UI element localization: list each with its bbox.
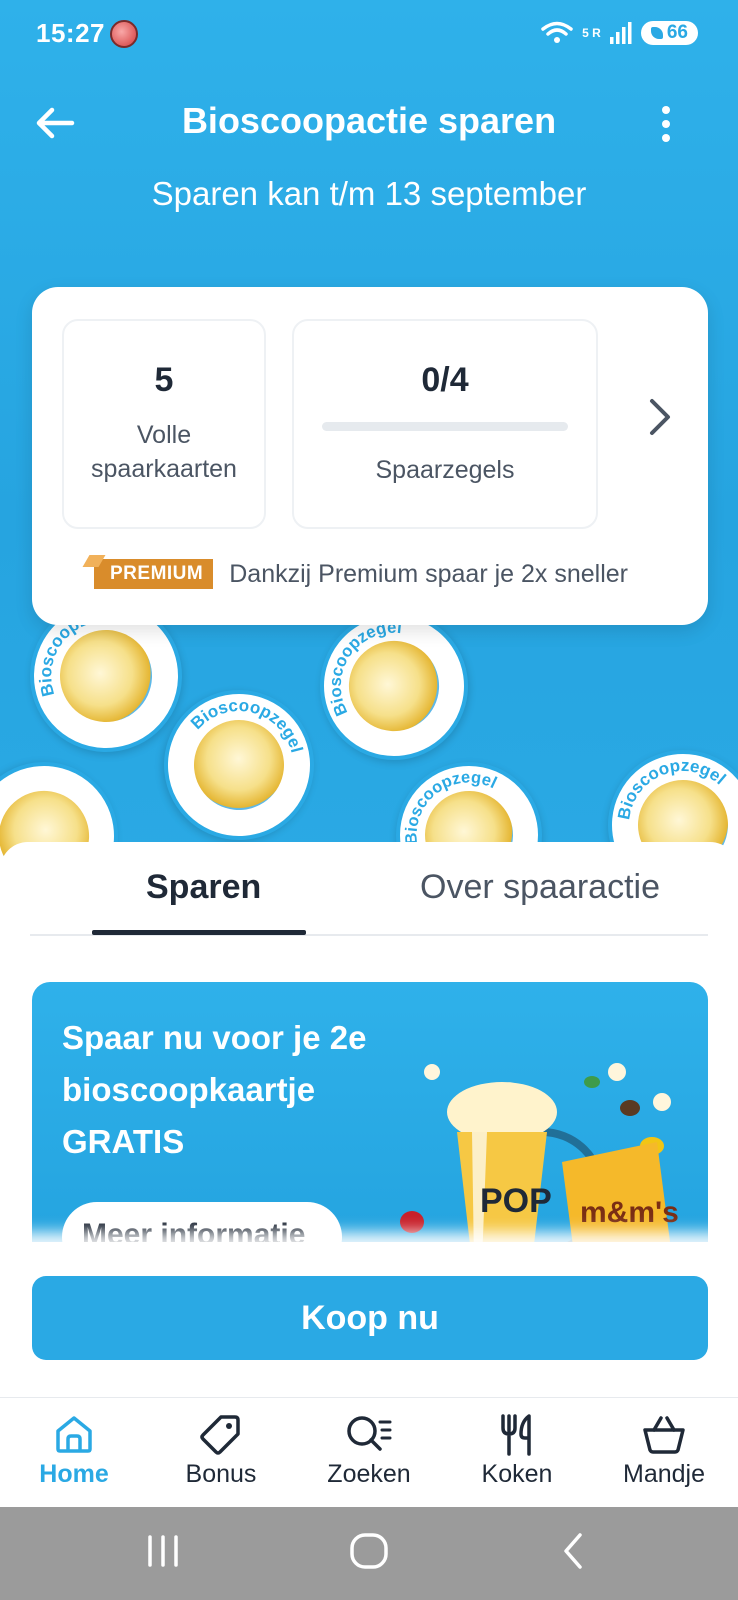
status-time: 15:27 <box>36 18 105 48</box>
premium-badge: PREMIUM <box>94 559 214 589</box>
popcorn-candy-image: POP m&m's <box>400 1063 679 1242</box>
more-options-button[interactable] <box>654 102 678 146</box>
system-navigation-bar <box>0 1507 738 1600</box>
nav-zoeken[interactable]: Zoeken <box>299 1412 439 1489</box>
stamps-box: 0/4 Spaarzegels <box>292 319 598 529</box>
promo-banner: Spaar nu voor je 2e bioscoopkaartje GRAT… <box>32 982 708 1242</box>
more-info-button[interactable]: Meer informatie <box>62 1202 342 1242</box>
nav-bonus[interactable]: Bonus <box>151 1412 291 1489</box>
signal-icon <box>609 22 632 44</box>
nav-bonus-label: Bonus <box>185 1460 257 1488</box>
active-tab-indicator <box>92 930 306 935</box>
app-header: Bioscoopactie sparen <box>0 90 738 160</box>
home-button-icon[interactable] <box>346 1529 392 1573</box>
tab-sparen[interactable]: Sparen <box>146 868 261 907</box>
status-bar: 15:27 5 R 66 <box>0 0 738 70</box>
svg-text:POP: POP <box>480 1182 552 1220</box>
fork-knife-icon <box>501 1414 531 1456</box>
chevron-right-icon <box>650 399 670 435</box>
nav-mandje-label: Mandje <box>623 1460 705 1488</box>
recent-apps-icon[interactable] <box>146 1529 180 1573</box>
content-sheet: Sparen Over spaaractie Spaar nu voor je … <box>0 842 738 1242</box>
nav-zoeken-label: Zoeken <box>327 1460 411 1488</box>
battery-indicator: 66 <box>640 21 698 45</box>
network-type: 5 R <box>582 26 601 40</box>
buy-now-button[interactable]: Koop nu <box>32 1276 708 1360</box>
stamps-label: Spaarzegels <box>375 456 515 484</box>
status-icons: 5 R 66 <box>540 20 698 46</box>
nav-home-label: Home <box>39 1460 109 1488</box>
basket-icon <box>643 1416 685 1454</box>
full-cards-box: 5 Volle spaarkaarten <box>62 319 266 529</box>
battery-saver-icon <box>650 27 663 39</box>
tag-icon <box>200 1415 240 1455</box>
savings-card[interactable]: 5 Volle spaarkaarten 0/4 Spaarzegels PRE… <box>32 287 708 625</box>
more-vert-icon <box>662 106 670 114</box>
home-icon <box>56 1416 92 1453</box>
promo-title: Spaar nu voor je 2e bioscoopkaartje GRAT… <box>62 1019 367 1160</box>
premium-row: PREMIUM Dankzij Premium spaar je 2x snel… <box>94 559 628 589</box>
bottom-navigation: Home Bonus Zoeken Koken Mandje <box>0 1397 738 1507</box>
notification-app-icon <box>110 20 138 48</box>
stamps-count: 0/4 <box>421 361 469 399</box>
svg-text:Bioscoopzegel: Bioscoopzegel <box>614 750 731 829</box>
full-cards-count: 5 <box>154 361 174 399</box>
tab-over-spaaractie[interactable]: Over spaaractie <box>420 868 660 907</box>
battery-level: 66 <box>666 22 688 43</box>
action-area: Koop nu <box>0 1242 738 1397</box>
page-title: Bioscoopactie sparen <box>181 100 557 141</box>
search-list-icon <box>347 1416 392 1451</box>
premium-text: Dankzij Premium spaar je 2x sneller <box>229 559 628 588</box>
wifi-icon <box>541 21 573 43</box>
nav-mandje[interactable]: Mandje <box>594 1412 734 1489</box>
tab-bar: Sparen Over spaaractie <box>30 842 708 936</box>
stamps-progress-bar <box>322 422 568 431</box>
savings-deadline: Sparen kan t/m 13 september <box>151 175 587 212</box>
nav-koken-label: Koken <box>481 1460 553 1488</box>
card-details-button[interactable] <box>640 387 680 447</box>
nav-home[interactable]: Home <box>4 1412 144 1489</box>
svg-text:m&m's: m&m's <box>580 1196 679 1229</box>
full-cards-label: Volle spaarkaarten <box>91 421 237 483</box>
nav-koken[interactable]: Koken <box>447 1412 587 1489</box>
system-back-icon[interactable] <box>556 1529 590 1573</box>
